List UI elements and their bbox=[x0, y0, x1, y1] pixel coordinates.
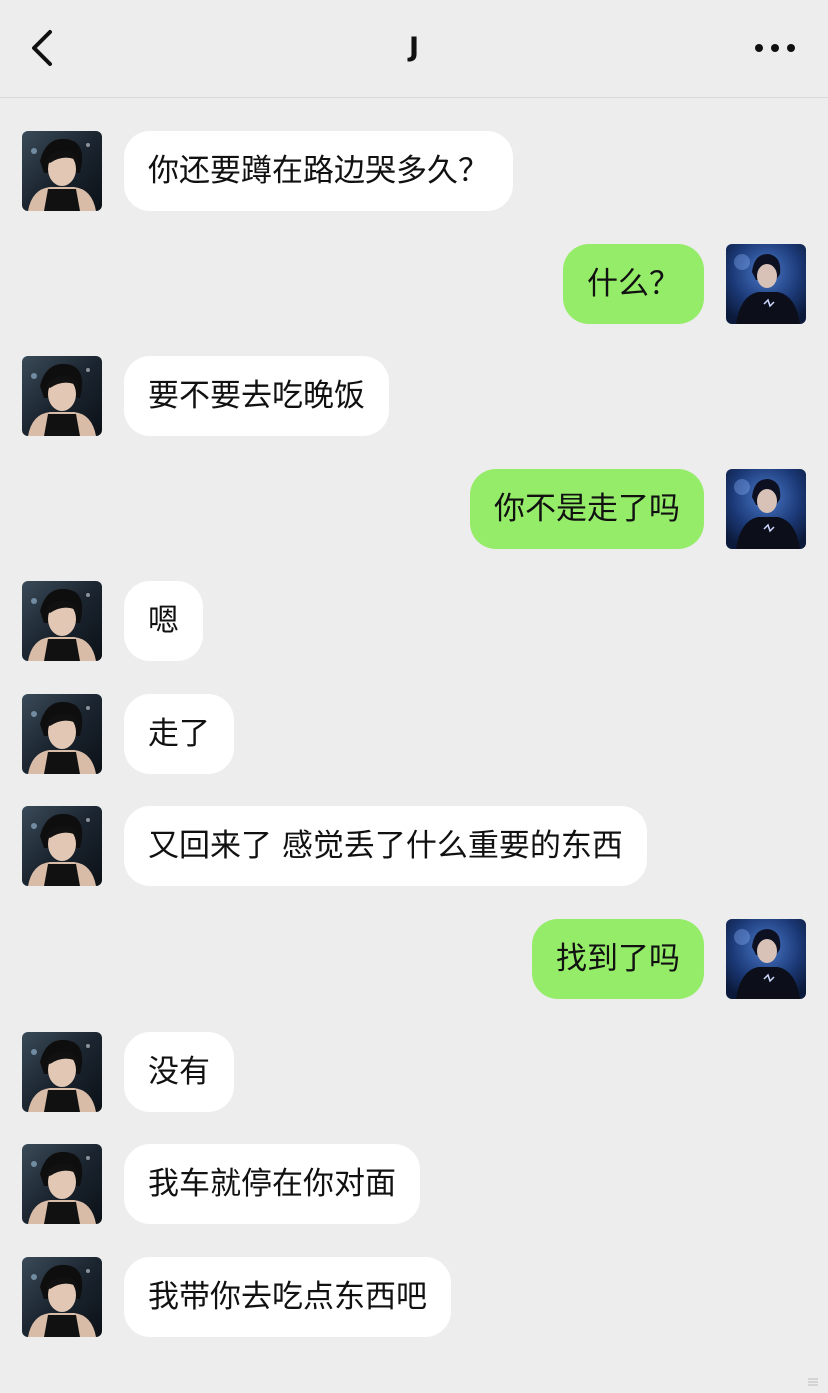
watermark-lines-icon bbox=[808, 1378, 818, 1386]
message-bubble-incoming: 没有 bbox=[124, 1032, 234, 1112]
contact-avatar[interactable] bbox=[22, 1257, 102, 1337]
message-bubble-incoming: 要不要去吃晚饭 bbox=[124, 356, 389, 436]
message-bubble-incoming: 你还要蹲在路边哭多久？ bbox=[124, 131, 513, 211]
ellipsis-icon bbox=[755, 44, 795, 52]
contact-avatar[interactable] bbox=[22, 581, 102, 661]
message-bubble-incoming: 嗯 bbox=[124, 581, 203, 661]
message-bubble-incoming: 又回来了 感觉丢了什么重要的东西 bbox=[124, 806, 647, 886]
my-avatar[interactable] bbox=[726, 244, 806, 324]
contact-avatar[interactable] bbox=[22, 131, 102, 211]
message-bubble-outgoing: 什么？ bbox=[563, 244, 704, 324]
contact-avatar[interactable] bbox=[22, 356, 102, 436]
more-options-button[interactable] bbox=[752, 30, 798, 66]
contact-avatar[interactable] bbox=[22, 694, 102, 774]
message-bubble-incoming: 我带你去吃点东西吧 bbox=[124, 1257, 451, 1337]
message-bubble-incoming: 我车就停在你对面 bbox=[124, 1144, 420, 1224]
contact-avatar[interactable] bbox=[22, 806, 102, 886]
my-avatar[interactable] bbox=[726, 919, 806, 999]
contact-avatar[interactable] bbox=[22, 1032, 102, 1112]
contact-avatar[interactable] bbox=[22, 1144, 102, 1224]
message-bubble-incoming: 走了 bbox=[124, 694, 234, 774]
message-bubble-outgoing: 找到了吗 bbox=[532, 919, 704, 999]
chat-title: J bbox=[408, 32, 420, 63]
my-avatar[interactable] bbox=[726, 469, 806, 549]
message-bubble-outgoing: 你不是走了吗 bbox=[470, 469, 704, 549]
chat-header: J bbox=[0, 0, 828, 98]
